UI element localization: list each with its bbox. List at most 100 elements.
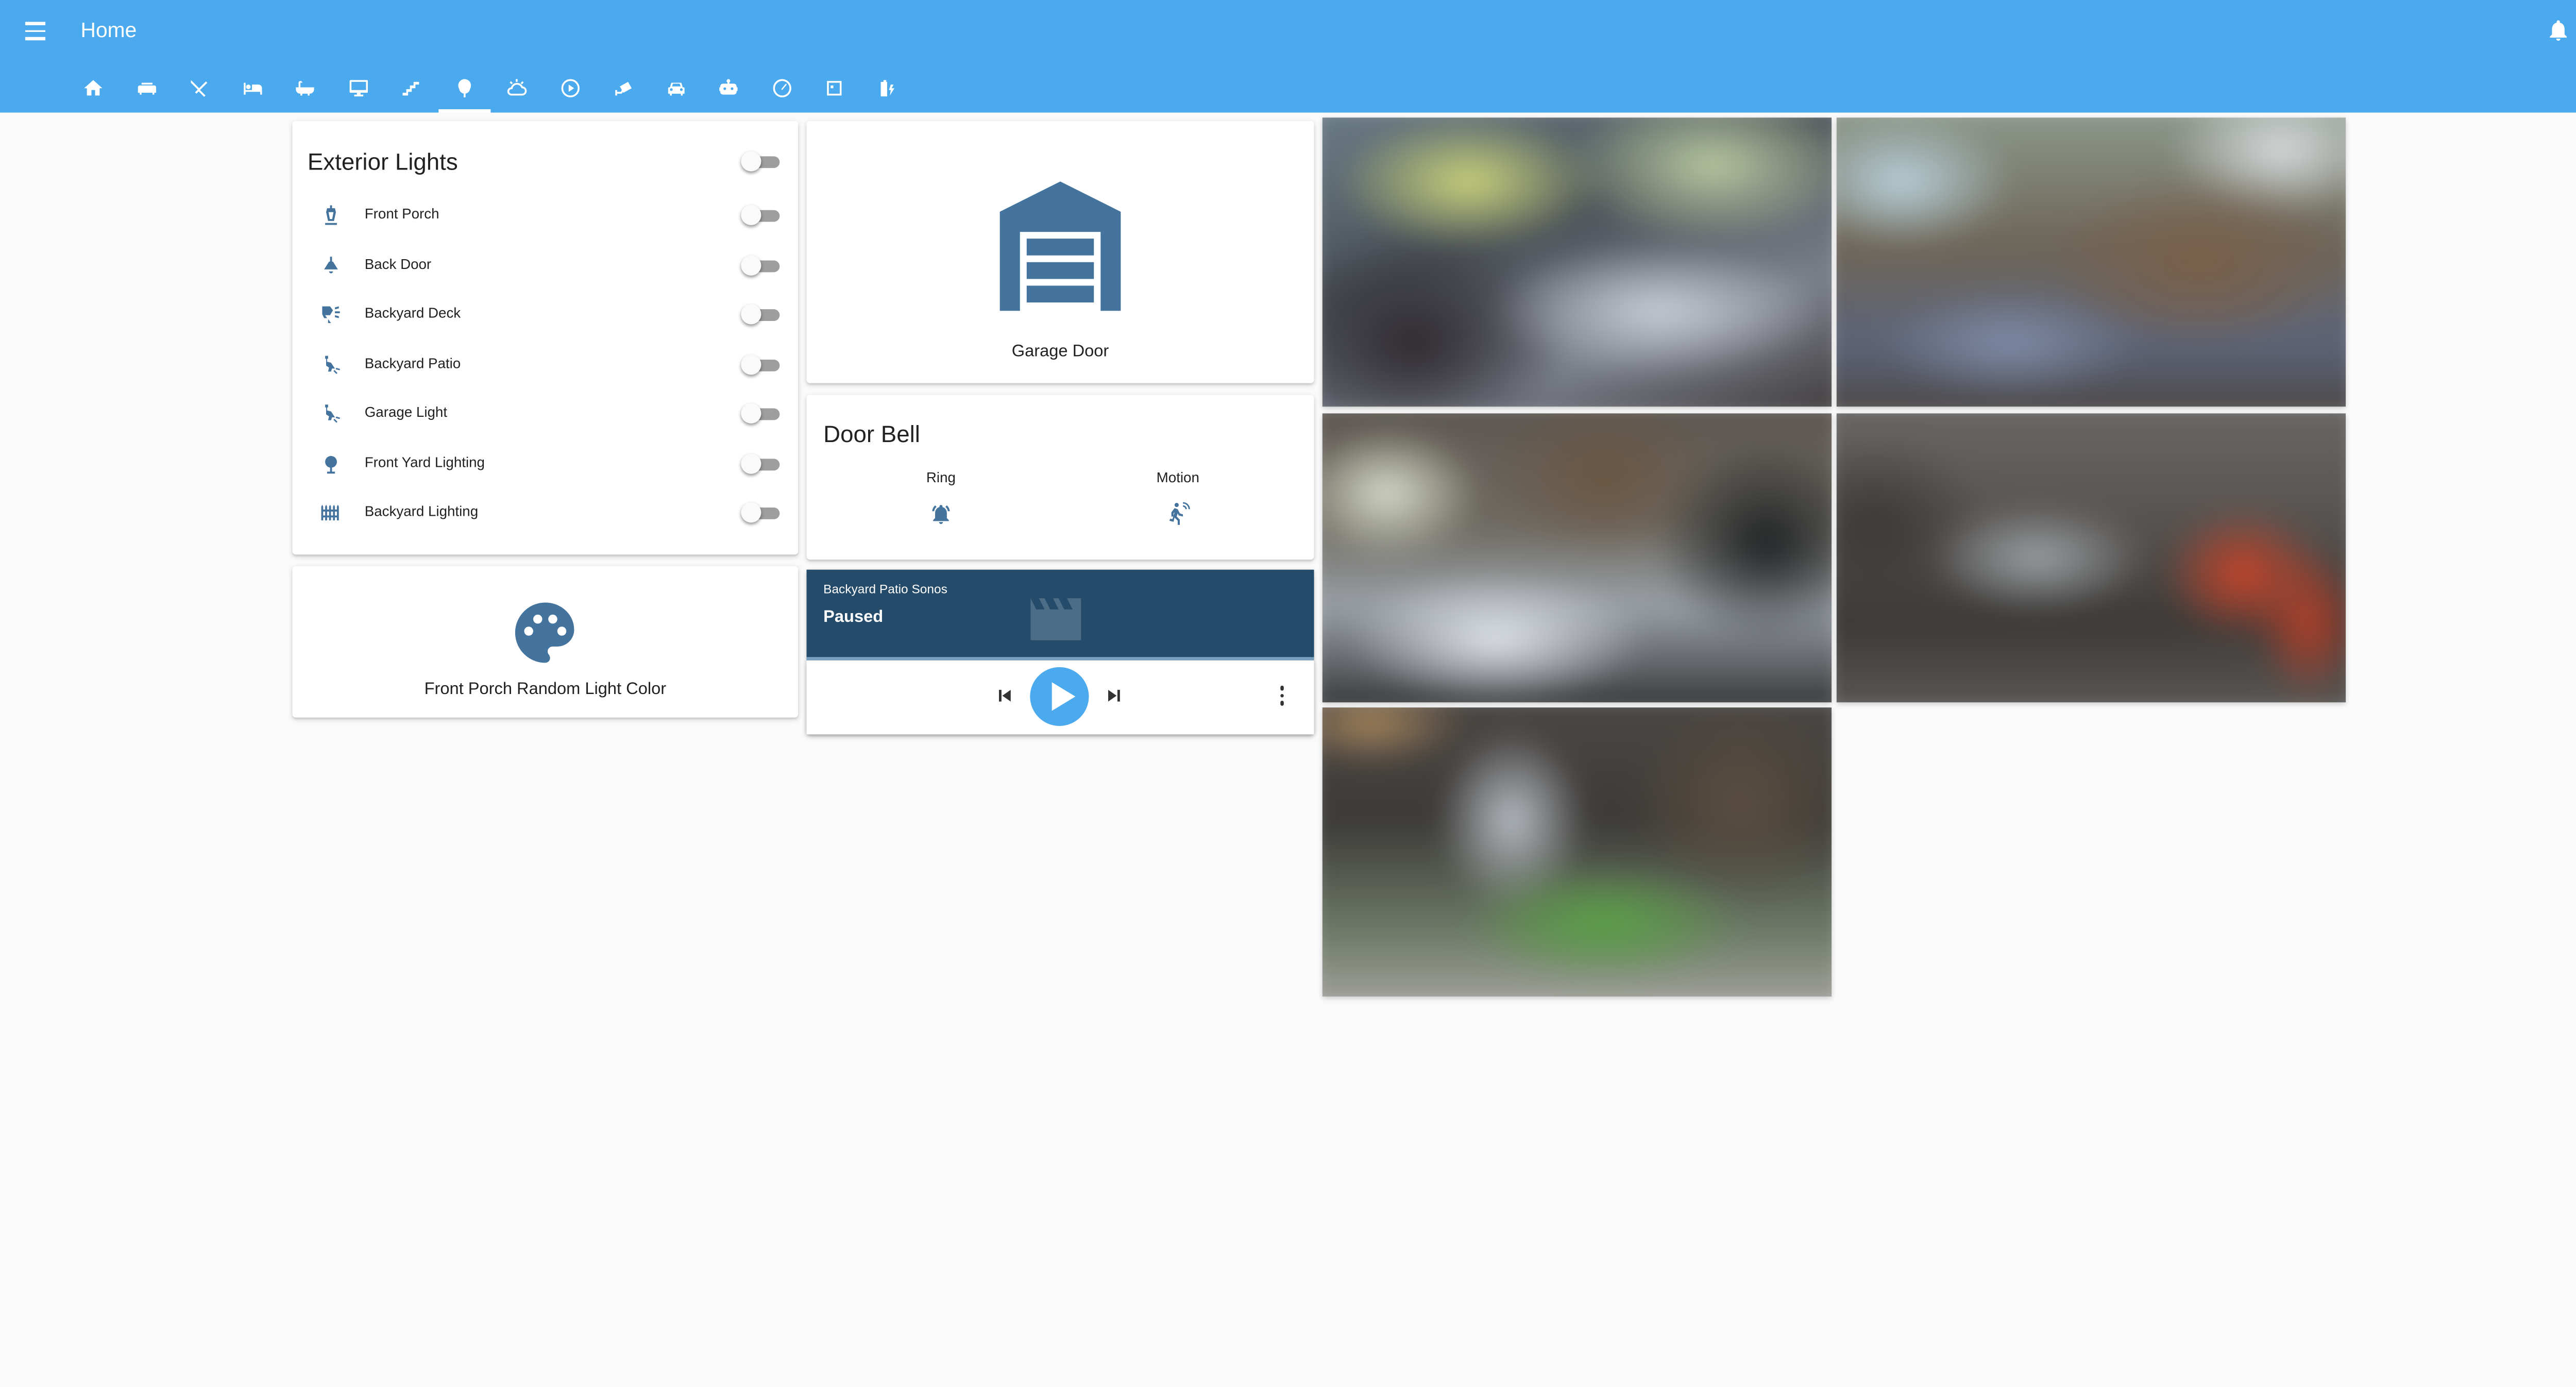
bed-icon <box>243 82 261 95</box>
play-circle-icon <box>560 79 579 97</box>
gauge-icon <box>772 79 791 97</box>
calendar-icon <box>827 81 842 96</box>
menu-icon[interactable] <box>20 15 50 45</box>
backyard-patio-toggle[interactable] <box>741 353 781 374</box>
tab-home[interactable] <box>67 64 119 113</box>
entity-row-garage-light[interactable]: Garage Light <box>309 390 783 437</box>
entity-row-backyard-patio[interactable]: Backyard Patio <box>309 340 783 387</box>
camera-feed-1[interactable] <box>1322 117 1832 407</box>
fence-icon <box>321 504 339 520</box>
back-door-toggle[interactable] <box>741 255 781 275</box>
tab-cameras[interactable] <box>597 64 649 113</box>
camera-image <box>1322 117 1832 407</box>
ceiling-light-icon <box>324 256 338 273</box>
entity-row-front-yard-lighting[interactable]: Front Yard Lighting <box>309 439 783 486</box>
media-state: Paused <box>823 608 884 627</box>
front-yard-lighting-toggle[interactable] <box>741 452 781 473</box>
entity-name: Front Porch <box>364 205 439 222</box>
exterior-lights-card: Exterior Lights Front Porch Back Door Ba… <box>292 121 799 555</box>
play-icon <box>1052 682 1076 711</box>
camera-feed-2[interactable] <box>1836 117 2346 407</box>
entity-row-back-door[interactable]: Back Door <box>309 241 783 288</box>
media-player-name: Backyard Patio Sonos <box>823 581 947 597</box>
monitor-icon <box>349 80 367 97</box>
entity-name: Backyard Patio <box>364 353 461 371</box>
garage-door-card[interactable]: Garage Door <box>806 121 1314 383</box>
button-label: Front Porch Random Light Color <box>424 680 667 699</box>
entity-row-front-porch[interactable]: Front Porch <box>309 192 783 239</box>
outdoor-lamp-icon <box>322 306 340 324</box>
entity-name: Front Yard Lighting <box>364 452 485 470</box>
tab-bathroom[interactable] <box>279 64 331 113</box>
notifications-icon[interactable] <box>2546 17 2571 44</box>
wall-light-icon <box>325 404 340 423</box>
glance-motion[interactable]: Motion <box>1111 465 1245 536</box>
skip-next-icon[interactable] <box>1104 686 1124 706</box>
media-artwork-area: Backyard Patio Sonos Paused <box>806 569 1314 661</box>
skip-previous-icon[interactable] <box>995 686 1015 706</box>
porch-color-button-card[interactable]: Front Porch Random Light Color <box>292 566 799 718</box>
garage-door-label: Garage Door <box>1011 343 1109 362</box>
tree-icon <box>457 79 470 97</box>
exterior-lights-master-toggle[interactable] <box>741 151 781 172</box>
camera-feed-4[interactable] <box>1836 413 2346 703</box>
glance-label: Motion <box>1156 468 1199 486</box>
garage-light-toggle[interactable] <box>741 403 781 424</box>
camera-image <box>1322 413 1832 703</box>
camera-feed-5[interactable] <box>1322 707 1832 997</box>
backyard-deck-toggle[interactable] <box>741 304 781 325</box>
card-title: Door Bell <box>823 420 920 447</box>
porch-lamp-icon <box>325 205 337 225</box>
media-more-icon[interactable] <box>1275 685 1289 709</box>
tab-robots[interactable] <box>702 64 754 113</box>
camera-image <box>1836 413 2346 703</box>
tab-outdoor[interactable] <box>437 64 490 113</box>
tab-cars[interactable] <box>650 64 702 113</box>
entity-row-backyard-deck[interactable]: Backyard Deck <box>309 291 783 337</box>
tab-office[interactable] <box>332 64 384 113</box>
entity-name: Backyard Deck <box>364 304 461 321</box>
movie-icon <box>1030 598 1081 640</box>
media-player-card: Backyard Patio Sonos Paused <box>806 569 1314 735</box>
tab-calendar[interactable] <box>808 64 860 113</box>
bathtub-icon <box>296 81 314 96</box>
entity-name: Back Door <box>364 255 432 272</box>
play-button[interactable] <box>1030 667 1089 726</box>
entity-name: Garage Light <box>364 403 448 420</box>
home-icon <box>84 80 103 96</box>
stairs-icon <box>402 81 419 96</box>
backyard-lighting-toggle[interactable] <box>741 502 781 523</box>
palette-icon <box>515 602 574 663</box>
sofa-icon <box>137 82 156 95</box>
front-porch-toggle[interactable] <box>741 205 781 226</box>
tab-living-room[interactable] <box>120 64 172 113</box>
app-toolbar: Home <box>0 0 2576 113</box>
battery-charging-icon <box>879 80 894 97</box>
page-title: Home <box>80 18 137 42</box>
tab-power[interactable] <box>861 64 913 113</box>
glance-label: Ring <box>926 468 956 486</box>
tab-media[interactable] <box>544 64 596 113</box>
entity-row-backyard-lighting[interactable]: Backyard Lighting <box>309 489 783 536</box>
car-icon <box>667 82 684 96</box>
bell-ring-icon <box>932 504 950 525</box>
weather-icon <box>507 79 527 96</box>
camera-image <box>1836 117 2346 407</box>
wall-light-icon <box>325 354 340 374</box>
lamp-post-icon <box>325 455 337 473</box>
tab-bedroom[interactable] <box>226 64 278 113</box>
door-bell-card: Door Bell Ring Motion <box>806 395 1314 560</box>
garage-icon <box>999 181 1121 311</box>
tab-stairs[interactable] <box>385 64 437 113</box>
tab-energy[interactable] <box>755 64 807 113</box>
tab-weather[interactable] <box>490 64 543 113</box>
media-controls <box>806 660 1314 735</box>
card-title: Exterior Lights <box>307 148 458 175</box>
glance-ring[interactable]: Ring <box>874 465 1008 536</box>
tab-kitchen[interactable] <box>173 64 225 113</box>
camera-feed-3[interactable] <box>1322 413 1832 703</box>
silverware-icon <box>191 80 208 97</box>
cctv-icon <box>615 81 632 96</box>
entity-name: Backyard Lighting <box>364 502 479 519</box>
motion-walk-icon <box>1169 502 1190 525</box>
